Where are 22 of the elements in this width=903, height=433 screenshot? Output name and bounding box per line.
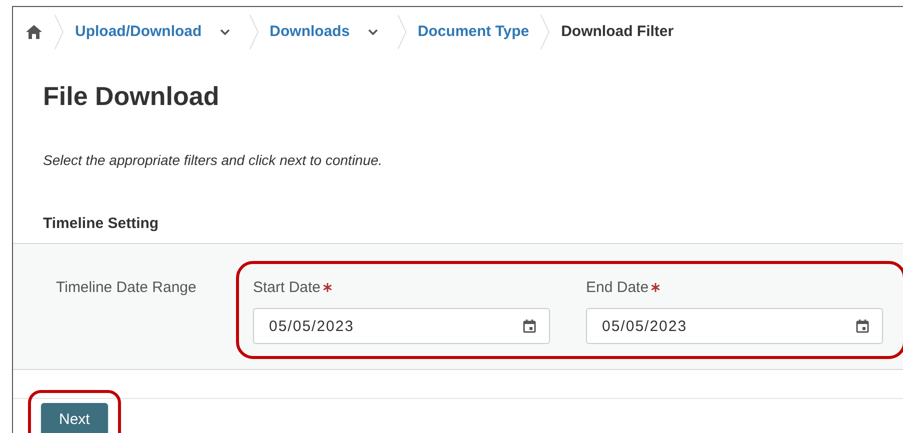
breadcrumb-link[interactable]: Upload/Download: [75, 20, 238, 44]
page-title: File Download: [43, 80, 220, 113]
field-label: Start Date: [253, 278, 321, 298]
breadcrumb-current: Download Filter: [561, 22, 674, 42]
breadcrumb-separator-icon: [248, 14, 260, 50]
breadcrumb-link[interactable]: Document Type: [418, 20, 530, 44]
breadcrumb-separator-icon: [53, 14, 65, 50]
field-label: End Date: [586, 278, 649, 298]
home-icon[interactable]: [25, 24, 43, 40]
breadcrumb-link[interactable]: Downloads: [270, 20, 386, 44]
field-row-label: Timeline Date Range: [56, 278, 198, 298]
date-field[interactable]: 05/05/2023: [253, 308, 550, 344]
breadcrumb-separator-icon: [396, 14, 408, 50]
date-field[interactable]: 05/05/2023: [586, 308, 883, 344]
caret-icon[interactable]: [368, 28, 378, 36]
calendar-icon[interactable]: [856, 319, 869, 333]
section-title: Timeline Setting: [43, 214, 160, 234]
instructions-text: Select the appropriate filters and click next to continue.: [43, 151, 384, 170]
next-button[interactable]: Next: [41, 402, 108, 433]
caret-icon[interactable]: [220, 28, 230, 36]
breadcrumb-separator-icon: [539, 14, 552, 50]
calendar-icon[interactable]: [523, 319, 536, 333]
